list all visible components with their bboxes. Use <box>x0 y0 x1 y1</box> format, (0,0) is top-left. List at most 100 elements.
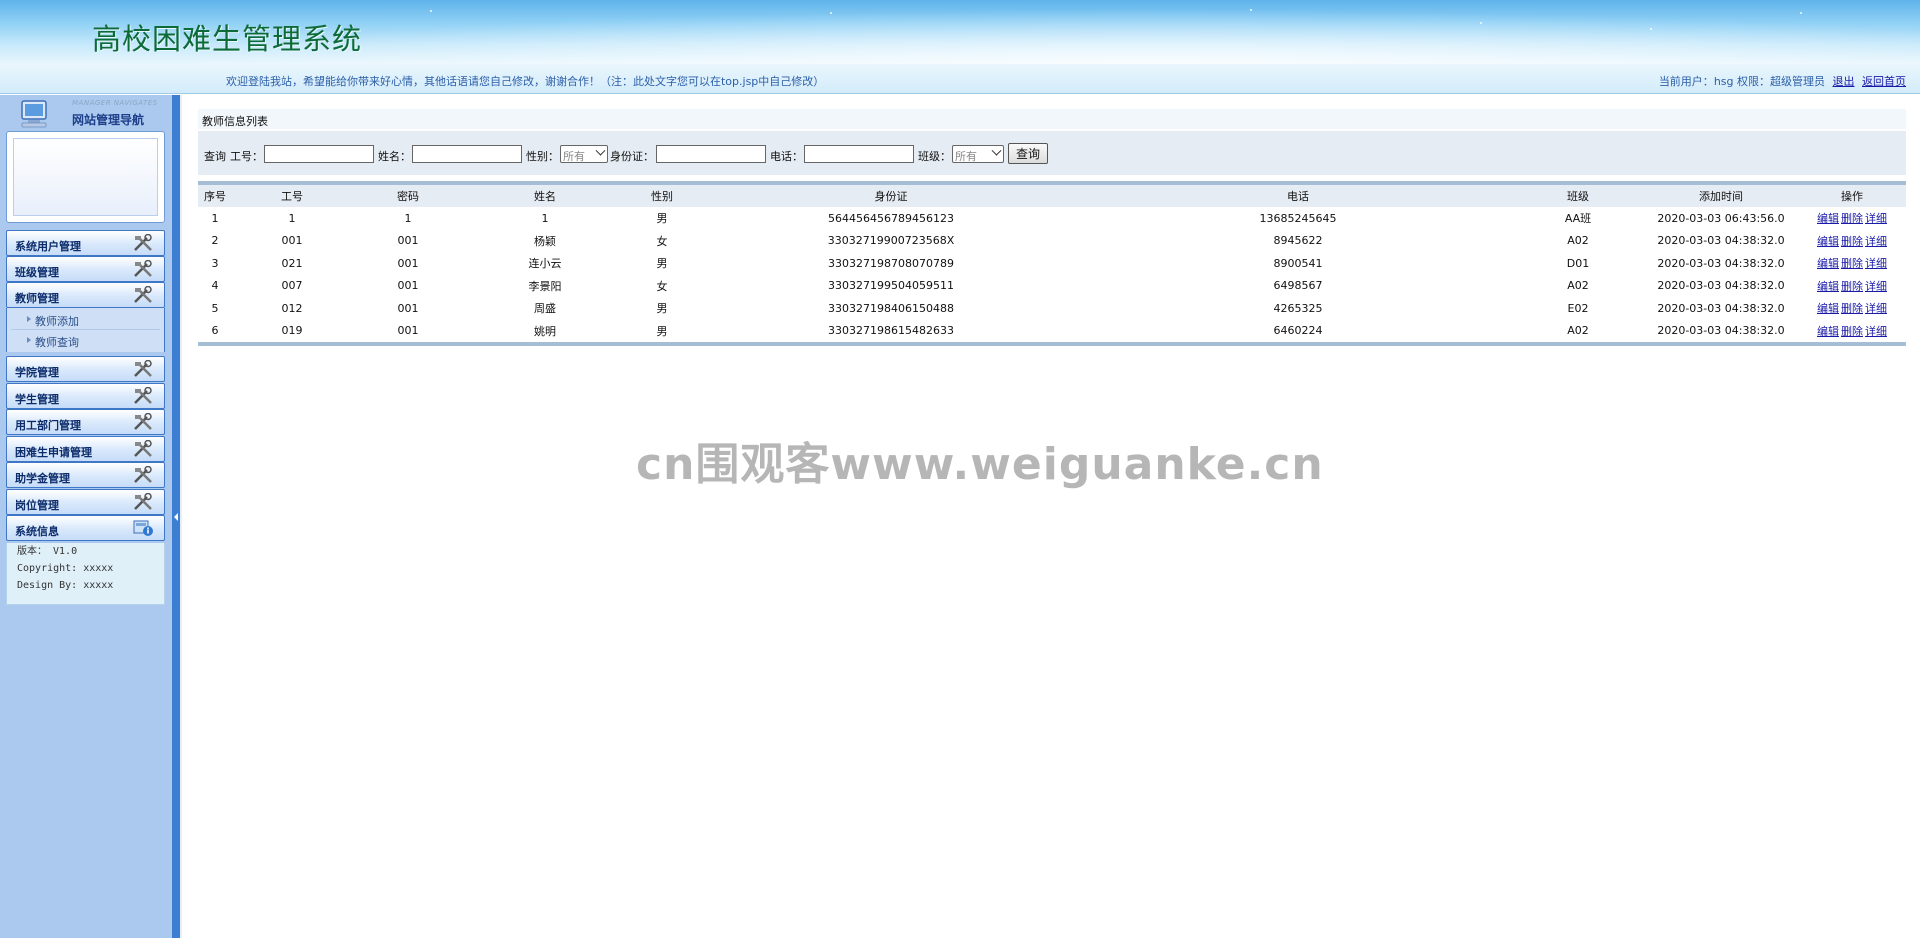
table-row: 3 021 001 连小云 男 330327198708070789 8900541 D01 2… <box>198 252 1906 275</box>
detail-link[interactable]: 详细 <box>1865 325 1887 338</box>
chevron-down-icon <box>991 145 1002 156</box>
edit-link[interactable]: 编辑 <box>1817 235 1839 248</box>
column-header: 身份证 <box>698 185 1084 207</box>
main-content: 教师信息列表 查询 工号： 姓名： 性别： 所有 身份证： 电话： 班级： 所有… <box>182 95 1920 938</box>
edit-link[interactable]: 编辑 <box>1817 280 1839 293</box>
table-cell: A02 <box>1567 279 1589 293</box>
table-cell: 8945622 <box>1273 234 1323 248</box>
menu-system-info[interactable]: 系统信息 <box>6 515 165 541</box>
table-cell: 2020-03-03 04:38:32.0 <box>1657 324 1785 338</box>
submenu-teacher-query[interactable]: 教师查询 <box>27 334 79 350</box>
table-cell: 2020-03-03 06:43:56.0 <box>1657 211 1785 225</box>
delete-link[interactable]: 删除 <box>1841 302 1863 315</box>
table-row: 5 012 001 周盛 男 330327198406150488 4265325 E02 20… <box>198 297 1906 320</box>
search-button[interactable]: 查询 <box>1008 143 1048 164</box>
teacher-id-input[interactable] <box>264 145 374 163</box>
phone-input[interactable] <box>804 145 914 163</box>
table-row: 2 001 001 杨颖 女 33032719900723568X 8945622 A02 20… <box>198 230 1906 253</box>
delete-link[interactable]: 删除 <box>1841 235 1863 248</box>
logout-link[interactable]: 退出 <box>1833 75 1855 88</box>
table-cell: 男 <box>656 257 668 271</box>
banner-sparkle <box>830 12 832 14</box>
table-cell: 2020-03-03 04:38:32.0 <box>1657 256 1785 270</box>
menu-student-management[interactable]: 学生管理 <box>6 383 165 409</box>
table-cell: 001 <box>397 256 419 270</box>
table-cell: 男 <box>656 302 668 316</box>
detail-link[interactable]: 详细 <box>1865 257 1887 270</box>
detail-link[interactable]: 详细 <box>1865 212 1887 225</box>
edit-link[interactable]: 编辑 <box>1817 257 1839 270</box>
edit-link[interactable]: 编辑 <box>1817 302 1839 315</box>
gender-select[interactable]: 所有 <box>560 145 608 163</box>
submenu-teacher-add[interactable]: 教师添加 <box>27 313 79 329</box>
table-cell: 女 <box>656 279 668 293</box>
table-cell: 564456456789456123 <box>828 211 954 225</box>
user-role: 超级管理员 <box>1770 75 1825 88</box>
menu-grant-management[interactable]: 助学金管理 <box>6 462 165 488</box>
table-row: 4 007 001 李景阳 女 330327199504059511 6498567 A02 2… <box>198 275 1906 298</box>
edit-link[interactable]: 编辑 <box>1817 325 1839 338</box>
home-link[interactable]: 返回首页 <box>1862 75 1906 88</box>
app-title: 高校困难生管理系统 <box>92 22 363 56</box>
copyright-text: Copyright: xxxxx <box>17 563 114 574</box>
table-cell: E02 <box>1567 301 1589 315</box>
nav-panel <box>6 131 165 223</box>
column-header: 电话 <box>1084 185 1512 207</box>
banner-sparkle <box>1650 28 1652 30</box>
menu-system-users[interactable]: 系统用户管理 <box>6 230 165 256</box>
tools-icon <box>134 360 152 377</box>
menu-teacher-management[interactable]: 教师管理 <box>6 282 165 308</box>
table-cell: 3 <box>211 256 219 270</box>
edit-link[interactable]: 编辑 <box>1817 212 1839 225</box>
menu-application-management[interactable]: 困难生申请管理 <box>6 436 165 462</box>
panel-title: 教师信息列表 <box>198 109 1906 129</box>
delete-link[interactable]: 删除 <box>1841 257 1863 270</box>
name-input[interactable] <box>412 145 522 163</box>
gender-select-value: 所有 <box>563 150 585 163</box>
menu-class-management[interactable]: 班级管理 <box>6 256 165 282</box>
detail-link[interactable]: 详细 <box>1865 280 1887 293</box>
menu-label: 学生管理 <box>15 393 59 406</box>
menu-employer-management[interactable]: 用工部门管理 <box>6 409 165 435</box>
table-cell: A02 <box>1567 324 1589 338</box>
table-cell: 4265325 <box>1273 301 1323 315</box>
table-cell: 6 <box>211 324 219 338</box>
table-cell: 6460224 <box>1273 324 1323 338</box>
sidebar-toggle-bar[interactable] <box>172 95 180 938</box>
class-select[interactable]: 所有 <box>952 145 1004 163</box>
table-cell: 1 <box>288 211 296 225</box>
actions-cell: 编辑 删除 详细 <box>1798 252 1906 275</box>
delete-link[interactable]: 删除 <box>1841 280 1863 293</box>
welcome-text: 欢迎登陆我站，希望能给你带来好心情，其他话语请您自己修改，谢谢合作！（注：此处文… <box>226 75 825 88</box>
table-cell: 13685245645 <box>1259 211 1337 225</box>
table-cell: 1 <box>404 211 412 225</box>
table-cell: 330327198615482633 <box>828 324 954 338</box>
table-cell: 001 <box>281 234 303 248</box>
phone-label: 电话： <box>770 150 803 163</box>
tools-icon <box>134 286 152 303</box>
menu-position-management[interactable]: 岗位管理 <box>6 489 165 515</box>
info-icon <box>133 520 153 536</box>
system-info-panel: 版本： V1.0 Copyright: xxxxx Design By: xxx… <box>6 543 165 605</box>
nav-header: MANAGER NAVIGATES 网站管理导航 <box>6 97 166 131</box>
detail-link[interactable]: 详细 <box>1865 302 1887 315</box>
table-cell: 2 <box>211 234 219 248</box>
idcard-input[interactable] <box>656 145 766 163</box>
table-cell: 6498567 <box>1273 279 1323 293</box>
delete-link[interactable]: 删除 <box>1841 325 1863 338</box>
menu-label: 用工部门管理 <box>15 419 81 432</box>
column-header: 操作 <box>1798 185 1906 207</box>
banner-sparkle <box>430 10 432 12</box>
table-bottom-border <box>198 342 1906 346</box>
table-row: 6 019 001 姚明 男 330327198615482633 6460224 A02 20… <box>198 320 1906 343</box>
tools-icon <box>134 234 152 251</box>
table-cell: 2020-03-03 04:38:32.0 <box>1657 279 1785 293</box>
nav-title-en: MANAGER NAVIGATES <box>72 99 158 107</box>
computer-icon <box>21 100 47 128</box>
user-name: hsg <box>1713 75 1734 88</box>
delete-link[interactable]: 删除 <box>1841 212 1863 225</box>
menu-label: 系统用户管理 <box>15 240 81 253</box>
menu-college-management[interactable]: 学院管理 <box>6 356 165 382</box>
table-cell: 8900541 <box>1273 256 1323 270</box>
detail-link[interactable]: 详细 <box>1865 235 1887 248</box>
